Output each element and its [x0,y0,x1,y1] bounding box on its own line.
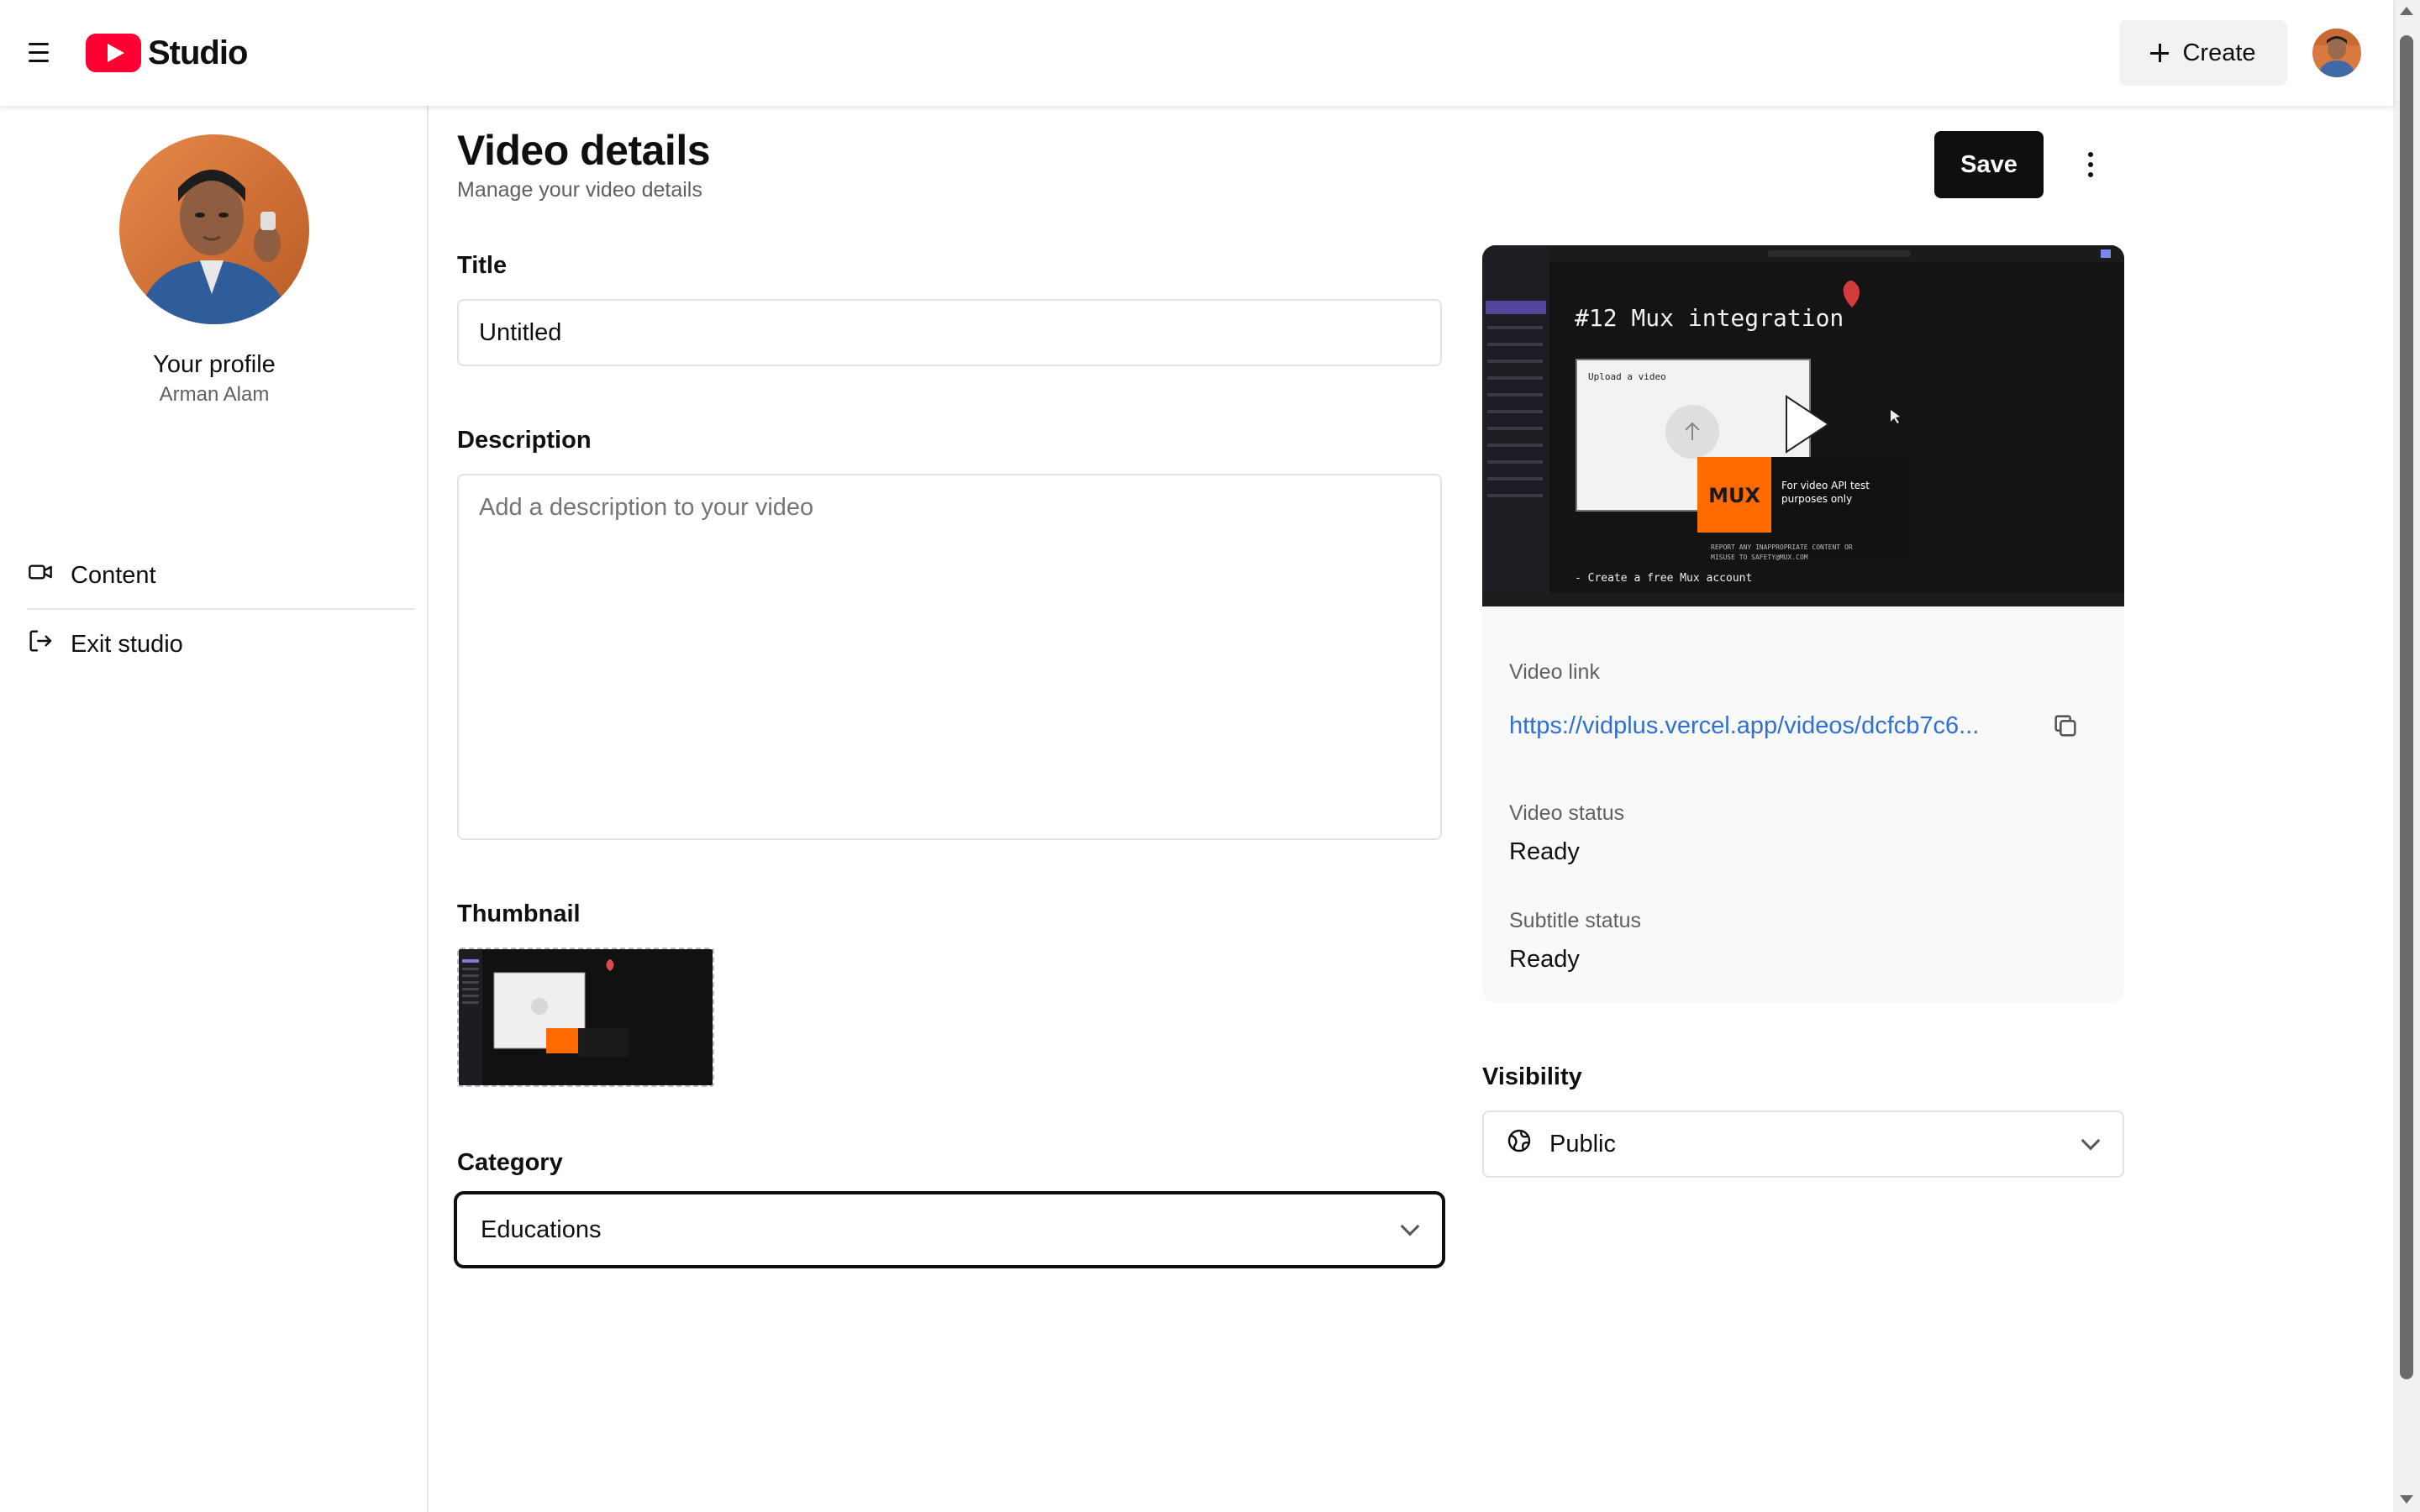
create-button[interactable]: Create [2119,20,2287,86]
title-input[interactable] [457,299,1442,366]
play-logo-icon [86,34,141,72]
title-label: Title [457,252,508,279]
scroll-down-icon[interactable] [2400,1495,2413,1504]
subtitle-status-label: Subtitle status [1509,909,1642,932]
visibility-select[interactable]: Public [1482,1110,2124,1178]
video-overlay-title: #12 Mux integration [1575,304,1844,332]
svg-text:For video API test: For video API test [1781,480,1870,491]
profile-title: Your profile [153,351,276,378]
menu-icon[interactable] [18,32,59,72]
chevron-down-icon [2081,1131,2101,1151]
page-scrollbar[interactable] [2393,0,2420,1512]
visibility-value: Public [1549,1130,1616,1158]
chevron-down-icon [1400,1216,1420,1236]
video-link[interactable]: https://vidplus.vercel.app/videos/dcfcb7… [1509,712,1979,740]
scroll-up-icon[interactable] [2400,7,2413,15]
video-bullet-text: - Create a free Mux account [1575,572,1752,585]
description-label: Description [457,427,592,454]
category-label: Category [457,1149,563,1176]
mux-logo: MUX [1708,484,1760,507]
copy-icon[interactable] [2045,706,2086,746]
app-name: Studio [148,34,248,71]
sidebar-item-content[interactable]: Content [0,544,415,606]
svg-text:REPORT ANY INAPPROPRIATE CONTE: REPORT ANY INAPPROPRIATE CONTENT OR [1711,543,1853,551]
thumbnail-preview[interactable] [457,948,714,1087]
sidebar-item-label: Exit studio [71,630,183,658]
category-select[interactable]: Educations [454,1191,1445,1268]
studio-logo[interactable]: Studio [86,34,248,72]
profile-avatar[interactable] [119,134,309,324]
user-avatar[interactable] [2312,29,2361,77]
subtitle-status-value: Ready [1509,946,1580,973]
profile-name: Arman Alam [159,383,270,406]
plus-icon [2150,44,2170,62]
scrollbar-thumb[interactable] [2400,35,2413,1379]
thumbnail-label: Thumbnail [457,900,581,927]
video-player[interactable]: Upload a video MUX For video API test pu… [1482,245,2124,606]
more-options-icon[interactable] [2074,144,2107,185]
video-status-label: Video status [1509,801,1625,825]
video-camera-icon [27,559,54,592]
page-subtitle: Manage your video details [457,178,702,202]
svg-text:MISUSE TO SAFETY@MUX.COM: MISUSE TO SAFETY@MUX.COM [1711,554,1808,561]
logout-icon [27,627,54,661]
dialog-title: Upload a video [1588,371,1666,382]
description-input[interactable] [457,474,1442,840]
video-status-value: Ready [1509,838,1580,865]
category-value: Educations [481,1215,602,1243]
svg-text:purposes only: purposes only [1781,493,1852,505]
video-info-card: Video link https://vidplus.vercel.app/vi… [1482,606,2124,1003]
top-bar: Studio Create [0,0,2393,106]
save-button[interactable]: Save [1934,131,2044,198]
page-title: Video details [457,127,711,174]
sidebar-item-label: Content [71,561,156,589]
globe-icon [1506,1127,1533,1161]
create-label: Create [2182,39,2256,66]
video-link-label: Video link [1509,660,1600,684]
sidebar: Your profile Arman Alam Content Exit stu… [0,106,429,1512]
visibility-label: Visibility [1482,1063,1582,1090]
sidebar-divider [27,608,415,610]
sidebar-item-exit-studio[interactable]: Exit studio [0,613,415,675]
